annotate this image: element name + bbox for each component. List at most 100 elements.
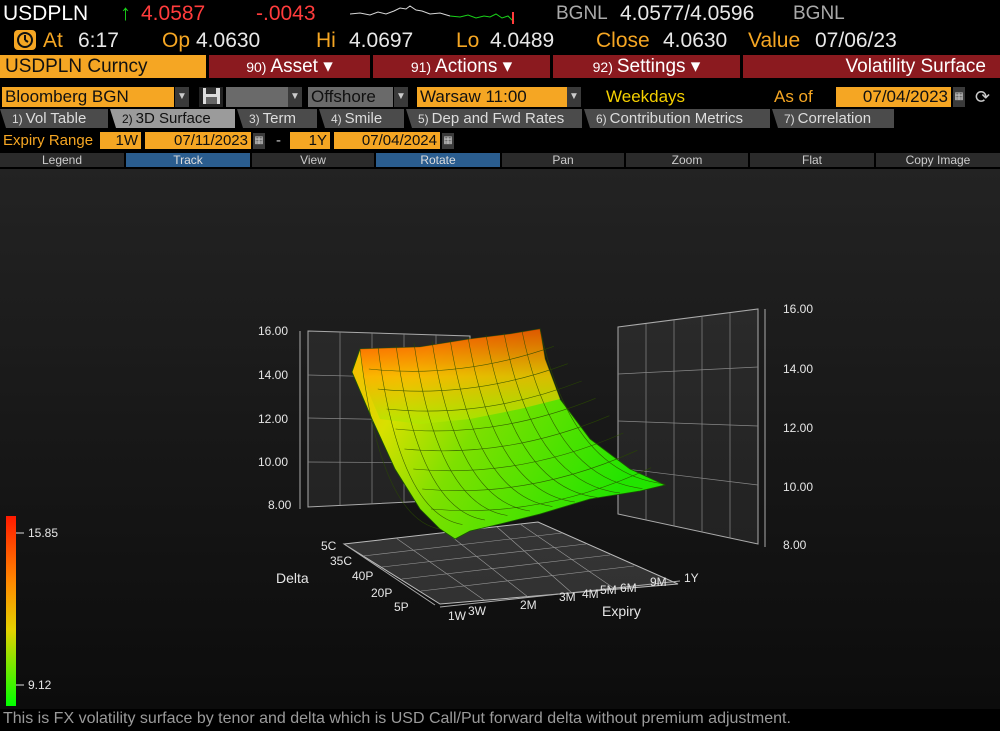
delta-tick: 20P [371, 586, 392, 600]
delta-tick: 5C [321, 539, 337, 553]
chevron-down-icon[interactable]: ▼ [175, 87, 189, 107]
value-date: 07/06/23 [815, 29, 897, 52]
calendar-icon[interactable]: ▦ [442, 133, 454, 149]
asset-menu[interactable]: 90) Asset ▾ [209, 55, 370, 78]
chevron-down-icon[interactable]: ▼ [567, 87, 581, 107]
tab-vol-table[interactable]: 1) Vol Table [0, 109, 108, 128]
tab-term[interactable]: 3) Term [237, 109, 317, 128]
flat-button[interactable]: Flat [750, 153, 874, 167]
low-label: Lo [456, 29, 480, 52]
color-scale-max: 15.85 [28, 526, 58, 540]
calendar-icon[interactable]: ▦ [253, 133, 265, 149]
quote-header: USDPLN ↑ 4.0587 -.0043 BGNL 4.0577/4.059… [0, 0, 1000, 28]
low-value: 4.0489 [490, 29, 555, 52]
z-tick-right: 8.00 [783, 538, 807, 552]
legend-button[interactable]: Legend [0, 153, 124, 167]
tab-3d-surface[interactable]: 2) 3D Surface [110, 109, 235, 128]
expiry-from-tenor[interactable]: 1W [100, 132, 141, 149]
days-select[interactable]: Weekdays [603, 87, 713, 107]
save-icon[interactable] [199, 87, 223, 107]
open-value: 4.0630 [196, 29, 261, 52]
source-right: BGNL [793, 3, 845, 24]
z-tick-left: 14.00 [258, 368, 288, 382]
z-tick-right: 16.00 [783, 302, 813, 316]
expiry-tick: 5M [600, 583, 617, 597]
price-change: -.0043 [256, 2, 316, 25]
z-tick-left: 12.00 [258, 412, 288, 426]
track-button[interactable]: Track [126, 153, 250, 167]
tab-contribution-metrics[interactable]: 6) Contribution Metrics [584, 109, 770, 128]
ticker: USDPLN [3, 2, 89, 25]
chevron-down-icon[interactable]: ▼ [288, 87, 302, 107]
expiry-tick: 3W [468, 604, 487, 618]
rotate-button[interactable]: Rotate [376, 153, 500, 167]
up-arrow-icon: ↑ [120, 0, 131, 25]
z-tick-right: 14.00 [783, 362, 813, 376]
zoom-button[interactable]: Zoom [626, 153, 748, 167]
right-z-axis: 16.00 14.00 12.00 10.00 8.00 [764, 302, 813, 552]
page-title: Volatility Surface [743, 55, 1000, 78]
close-label: Close [596, 29, 650, 52]
settings-row: Bloomberg BGN ▼ ▼ Offshore ▼ Warsaw 11:0… [0, 85, 1000, 108]
pan-button[interactable]: Pan [502, 153, 624, 167]
z-tick-right: 12.00 [783, 421, 813, 435]
actions-menu[interactable]: 91) Actions ▾ [373, 55, 550, 78]
delta-axis-label: Delta [276, 570, 309, 586]
color-scale-bar [6, 516, 16, 706]
surface-plot[interactable]: 16.00 14.00 12.00 10.00 8.00 16.00 14.00… [0, 169, 1000, 709]
expiry-range-label: Expiry Range [3, 132, 94, 149]
tab-correlation[interactable]: 7) Correlation [772, 109, 894, 128]
expiry-tick: 2M [520, 598, 537, 612]
expiry-to-date[interactable]: 07/04/2024 [334, 132, 440, 149]
source-select[interactable]: Bloomberg BGN [2, 87, 174, 107]
expiry-axis-label: Expiry [602, 603, 641, 619]
expiry-tick: 4M [582, 587, 599, 601]
at-time: 6:17 [78, 29, 119, 52]
left-z-axis: 16.00 14.00 12.00 10.00 8.00 [258, 324, 301, 512]
at-label: At [43, 29, 63, 52]
value-label: Value [748, 29, 801, 52]
high-value: 4.0697 [349, 29, 414, 52]
refresh-icon[interactable]: ⟳ [973, 87, 997, 107]
volatility-surface-chart[interactable]: 16.00 14.00 12.00 10.00 8.00 16.00 14.00… [0, 169, 1000, 709]
settings-menu[interactable]: 92) Settings ▾ [553, 55, 740, 78]
security-field[interactable]: USDPLN Curncy [0, 55, 206, 78]
as-of-label: As of [774, 87, 813, 106]
expiry-tick: 6M [620, 581, 637, 595]
range-dash: - [276, 132, 281, 149]
footer-note: This is FX volatility surface by tenor a… [3, 710, 791, 727]
calendar-icon[interactable]: ▦ [953, 87, 965, 107]
quote-stats: At 6:17 Op 4.0630 Hi 4.0697 Lo 4.0489 Cl… [0, 28, 1000, 54]
tab-smile[interactable]: 4) Smile [319, 109, 404, 128]
tab-bar: 1) Vol Table 2) 3D Surface 3) Term 4) Smile … [0, 109, 1000, 129]
expiry-to-tenor[interactable]: 1Y [290, 132, 330, 149]
as-of-date[interactable]: 07/04/2023 [836, 87, 951, 107]
delta-tick: 5P [394, 600, 409, 614]
clock-icon [14, 30, 36, 50]
market-select[interactable]: Offshore [308, 87, 393, 107]
tab-dep-fwd-rates[interactable]: 5) Dep and Fwd Rates [406, 109, 582, 128]
copy-image-button[interactable]: Copy Image [876, 153, 1000, 167]
source-left: BGNL [556, 3, 608, 24]
z-tick-left: 10.00 [258, 455, 288, 469]
expiry-from-date[interactable]: 07/11/2023 [145, 132, 251, 149]
expiry-tick: 9M [650, 575, 667, 589]
menu-bar: USDPLN Curncy 90) Asset ▾ 91) Actions ▾ 92… [0, 55, 1000, 79]
view-button[interactable]: View [252, 153, 374, 167]
blank-select[interactable] [226, 87, 288, 107]
delta-tick: 35C [330, 554, 352, 568]
location-select[interactable]: Warsaw 11:00 [417, 87, 567, 107]
bid-ask: 4.0577/4.0596 [620, 2, 755, 25]
z-tick-left: 16.00 [258, 324, 288, 338]
close-value: 4.0630 [663, 29, 728, 52]
last-price: 4.0587 [141, 2, 206, 25]
sparkline [350, 5, 515, 24]
z-tick-left: 8.00 [268, 498, 292, 512]
expiry-tick: 1W [448, 609, 467, 623]
expiry-tick: 1Y [684, 571, 699, 585]
expiry-tick: 3M [559, 590, 576, 604]
color-scale-legend: 15.85 9.12 [6, 516, 58, 706]
color-scale-min: 9.12 [28, 678, 52, 692]
chevron-down-icon[interactable]: ▼ [394, 87, 408, 107]
high-label: Hi [316, 29, 336, 52]
